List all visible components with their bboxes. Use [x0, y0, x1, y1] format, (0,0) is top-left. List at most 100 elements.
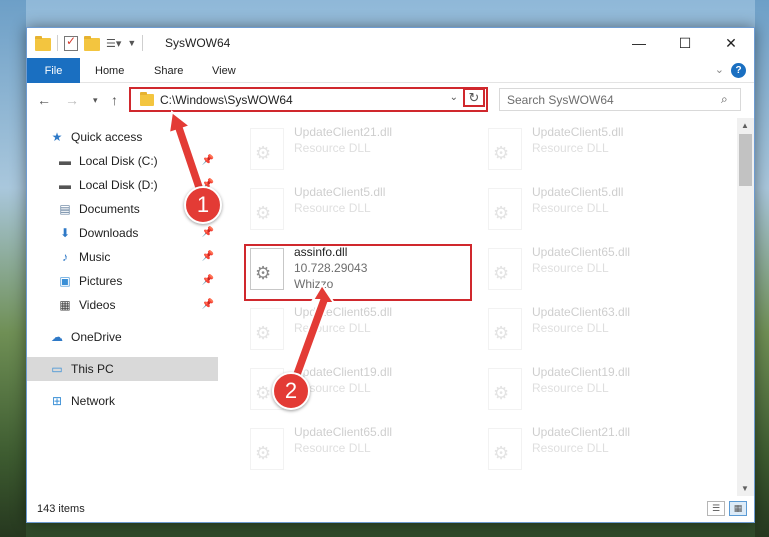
pictures-icon: ▣ — [59, 274, 71, 288]
tab-view[interactable]: View — [212, 58, 236, 83]
pin-icon: 📌 — [201, 227, 214, 238]
scroll-thumb[interactable] — [739, 134, 752, 186]
file-description: Resource DLL — [532, 321, 609, 335]
close-button[interactable]: ✕ — [708, 28, 754, 58]
address-bar[interactable]: C:\Windows\SysWOW64 ⌄ — [130, 88, 487, 111]
file-tile[interactable]: UpdateClient21.dll Resource DLL — [482, 424, 712, 478]
folder-icon — [140, 92, 154, 106]
address-row: ← → ▾ ↑ C:\Windows\SysWOW64 ⌄ ↻ Search S… — [27, 84, 754, 118]
dll-file-icon — [250, 188, 284, 230]
file-description: Resource DLL — [294, 441, 371, 455]
file-tile[interactable]: UpdateClient65.dll Resource DLL — [244, 424, 474, 478]
file-name: UpdateClient21.dll — [294, 125, 393, 139]
ribbon-tabs: File Home Share View ⌄ ? — [27, 58, 754, 83]
recent-locations-icon[interactable]: ▾ — [93, 95, 98, 106]
file-tile[interactable]: UpdateClient63.dll Resource DLL — [482, 304, 712, 358]
dll-file-icon — [250, 428, 284, 470]
search-icon[interactable]: ⌕ — [721, 92, 746, 107]
scroll-down-icon[interactable]: ▼ — [741, 484, 749, 493]
documents-icon: ▤ — [59, 202, 71, 216]
nav-item-quick-access[interactable]: ★ Quick access — [27, 125, 218, 149]
nav-item-videos[interactable]: ▦ Videos 📌 — [27, 293, 218, 317]
forward-arrow-icon[interactable]: → — [65, 92, 79, 108]
dll-file-icon — [250, 128, 284, 170]
status-bar: 143 items ☰ ▦ — [27, 496, 754, 522]
music-note-icon: ♪ — [62, 250, 68, 264]
file-description: Resource DLL — [532, 261, 609, 275]
search-input[interactable]: Search SysWOW64 — [499, 88, 741, 111]
pin-icon: 📌 — [201, 299, 214, 310]
nav-item-this-pc[interactable]: ▭ This PC — [27, 357, 218, 381]
back-arrow-icon[interactable]: ← — [37, 92, 51, 108]
nav-item-local-disk-c[interactable]: ▬ Local Disk (C:) 📌 — [27, 149, 218, 173]
vertical-scrollbar[interactable]: ▲ ▼ — [737, 118, 754, 496]
nav-label: Music — [79, 250, 111, 264]
file-version: 10.728.29043 — [294, 261, 368, 275]
computer-icon: ▭ — [51, 362, 63, 376]
step-badge-2: 2 — [272, 372, 310, 410]
nav-item-network[interactable]: ⊞ Network — [27, 389, 218, 413]
file-name: UpdateClient65.dll — [294, 425, 393, 439]
tab-file[interactable]: File — [27, 58, 80, 83]
pin-icon: 📌 — [201, 275, 214, 286]
file-explorer-window: ☰▾ ▼ SysWOW64 — ☐ ✕ File Home Share View… — [26, 27, 755, 523]
window-title: SysWOW64 — [165, 36, 231, 50]
nav-item-music[interactable]: ♪ Music 📌 — [27, 245, 218, 269]
desktop-background-left — [0, 0, 26, 537]
expand-ribbon-icon[interactable]: ⌄ — [715, 63, 724, 76]
maximize-button[interactable]: ☐ — [662, 28, 708, 58]
file-tile[interactable]: UpdateClient19.dll Resource DLL — [482, 364, 712, 418]
cloud-icon: ☁ — [51, 330, 63, 344]
address-dropdown-icon[interactable]: ⌄ — [450, 92, 458, 103]
step-badge-1: 1 — [184, 186, 222, 224]
nav-item-pictures[interactable]: ▣ Pictures 📌 — [27, 269, 218, 293]
tiles-view-icon[interactable]: ▦ — [729, 501, 747, 516]
qat-dropdown-icon[interactable]: ▼ — [127, 38, 136, 48]
scroll-up-icon[interactable]: ▲ — [741, 121, 749, 130]
dll-file-icon — [488, 368, 522, 410]
file-description: Resource DLL — [294, 321, 371, 335]
tab-home[interactable]: Home — [95, 58, 124, 83]
nav-label: OneDrive — [71, 330, 122, 344]
customize-toolbar-icon[interactable]: ☰▾ — [106, 37, 121, 50]
new-folder-icon[interactable] — [84, 35, 100, 51]
refresh-icon[interactable]: ↻ — [463, 88, 485, 107]
file-description: Resource DLL — [532, 201, 609, 215]
nav-label: Downloads — [79, 226, 139, 240]
quick-access-toolbar: ☰▾ ▼ — [35, 34, 144, 51]
properties-icon[interactable] — [64, 34, 78, 51]
file-tile[interactable]: UpdateClient5.dll Resource DLL — [482, 184, 712, 238]
details-view-icon[interactable]: ☰ — [707, 501, 725, 516]
nav-item-downloads[interactable]: ⬇ Downloads 📌 — [27, 221, 218, 245]
film-icon: ▦ — [59, 298, 71, 312]
nav-label: Local Disk (C:) — [79, 154, 158, 168]
file-tile[interactable]: UpdateClient65.dll Resource DLL — [482, 244, 712, 298]
file-tile[interactable]: UpdateClient5.dll Resource DLL — [482, 124, 712, 178]
nav-label: Quick access — [71, 130, 143, 144]
dll-file-icon — [250, 308, 284, 350]
file-name: UpdateClient5.dll — [532, 185, 624, 199]
file-name: UpdateClient19.dll — [294, 365, 393, 379]
file-tile[interactable]: UpdateClient65.dll Resource DLL — [244, 304, 474, 358]
file-description: Resource DLL — [532, 381, 609, 395]
folder-icon[interactable] — [35, 35, 51, 51]
up-arrow-icon[interactable]: ↑ — [111, 92, 118, 108]
file-tile[interactable]: UpdateClient21.dll Resource DLL — [244, 124, 474, 178]
file-description: Resource DLL — [294, 141, 371, 155]
divider — [142, 35, 144, 51]
tab-share[interactable]: Share — [154, 58, 183, 83]
file-list: UpdateClient21.dll Resource DLL UpdateCl… — [218, 118, 737, 496]
file-name: UpdateClient5.dll — [532, 125, 624, 139]
nav-item-onedrive[interactable]: ☁ OneDrive — [27, 325, 218, 349]
pin-icon: 📌 — [201, 251, 214, 262]
file-tile-assinfo[interactable]: assinfo.dll 10.728.29043 Whizzo — [244, 244, 474, 298]
file-tile[interactable]: UpdateClient5.dll Resource DLL — [244, 184, 474, 238]
navigation-pane: ★ Quick access ▬ Local Disk (C:) 📌 ▬ Loc… — [27, 118, 218, 496]
file-description: Resource DLL — [532, 441, 609, 455]
minimize-button[interactable]: — — [616, 28, 662, 58]
dll-file-icon — [488, 248, 522, 290]
file-name: UpdateClient63.dll — [532, 305, 631, 319]
help-icon[interactable]: ? — [731, 63, 746, 78]
dll-file-icon — [488, 428, 522, 470]
desktop-background-right — [755, 0, 769, 537]
